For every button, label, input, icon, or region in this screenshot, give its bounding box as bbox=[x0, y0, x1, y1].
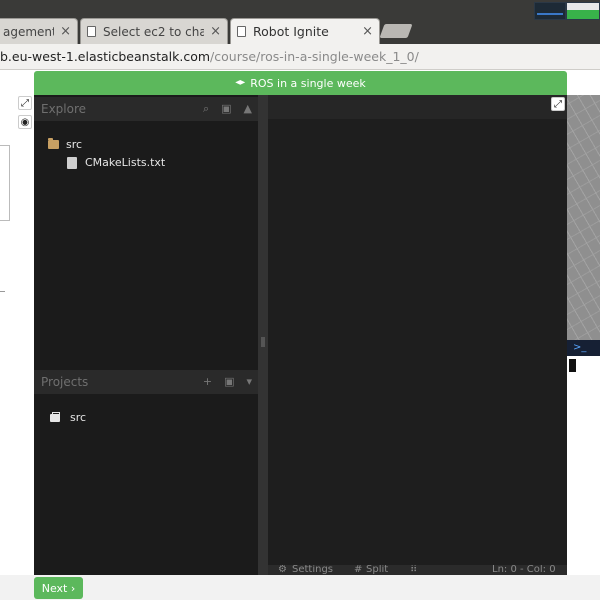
fullscreen-icon[interactable]: ⤢ bbox=[551, 97, 565, 111]
divider bbox=[0, 291, 5, 292]
editor-status-bar: ⚙ Settings # Split ⠿ Ln: 0 - Col: 0 bbox=[268, 565, 567, 575]
document-icon bbox=[237, 26, 246, 37]
terminal-tab[interactable]: >_ bbox=[567, 340, 600, 356]
bottom-bar: Next › bbox=[0, 575, 600, 600]
panel-splitter[interactable] bbox=[258, 95, 268, 575]
tree-item-label: CMakeLists.txt bbox=[85, 156, 166, 169]
address-bar[interactable]: b.eu-west-1.elasticbeanstalk.com/course/… bbox=[0, 44, 600, 70]
course-title-bar[interactable]: ROS in a single week bbox=[34, 71, 567, 95]
explore-header: Explore ⌕ ▣ ▲ bbox=[34, 97, 258, 121]
code-editor[interactable]: ⤢ bbox=[268, 95, 567, 575]
tab-title: Select ec2 to chang bbox=[103, 24, 204, 39]
lock-icon[interactable]: ▲ bbox=[244, 97, 252, 121]
terminal-cursor bbox=[569, 359, 576, 372]
tree-item-src[interactable]: src bbox=[48, 138, 82, 151]
ide-panel: Explore ⌕ ▣ ▲ src CMakeLists.txt Project… bbox=[34, 95, 567, 575]
hide-icon[interactable]: ◉ bbox=[18, 115, 32, 129]
explore-title: Explore bbox=[41, 102, 87, 116]
cursor-position: Ln: 0 - Col: 0 bbox=[492, 565, 556, 575]
simulation-view[interactable] bbox=[567, 95, 600, 340]
settings-button[interactable]: Settings bbox=[292, 565, 333, 575]
projects-header: Projects + ▣ ▾ bbox=[34, 370, 258, 394]
new-tab-button[interactable] bbox=[379, 24, 413, 38]
notebook-cell bbox=[0, 145, 10, 221]
layout-icon[interactable]: ⠿ bbox=[410, 565, 417, 575]
editor-tab-strip bbox=[268, 95, 567, 119]
split-button[interactable]: Split bbox=[366, 565, 388, 575]
graduation-cap-icon bbox=[235, 80, 246, 85]
settings-icon[interactable]: ⚙ bbox=[278, 565, 287, 575]
next-button[interactable]: Next › bbox=[34, 577, 83, 599]
system-monitor-graph bbox=[534, 2, 600, 20]
left-notebook-panel: ⤢ ◉ bbox=[0, 95, 34, 575]
terminal-prompt-icon: >_ bbox=[573, 342, 587, 353]
folder-icon bbox=[48, 138, 59, 149]
browser-tab-3[interactable]: Robot Ignite × bbox=[230, 18, 380, 44]
chevron-down-icon[interactable]: ▾ bbox=[246, 370, 252, 394]
briefcase-icon[interactable]: ▣ bbox=[224, 370, 234, 394]
tree-item-cmakelists[interactable]: CMakeLists.txt bbox=[67, 156, 165, 169]
terminal-area[interactable] bbox=[567, 356, 600, 575]
tab-close-icon[interactable]: × bbox=[60, 24, 71, 39]
tab-close-icon[interactable]: × bbox=[210, 24, 221, 39]
project-item-label: src bbox=[70, 411, 87, 424]
add-project-icon[interactable]: + bbox=[203, 370, 212, 394]
search-icon[interactable]: ⌕ bbox=[203, 97, 209, 121]
browser-tab-2[interactable]: Select ec2 to chang × bbox=[80, 18, 228, 44]
fullscreen-icon[interactable]: ⤢ bbox=[18, 96, 32, 110]
explore-panel: Explore ⌕ ▣ ▲ src CMakeLists.txt Project… bbox=[34, 95, 258, 575]
project-icon bbox=[50, 411, 60, 422]
browser-tab-1[interactable]: agement C × bbox=[0, 18, 78, 44]
project-item-src[interactable]: src bbox=[50, 411, 86, 424]
tab-title: Robot Ignite bbox=[253, 24, 329, 39]
split-icon[interactable]: # bbox=[354, 565, 362, 575]
file-icon bbox=[67, 156, 77, 169]
tab-title: agement C bbox=[3, 24, 55, 39]
briefcase-icon[interactable]: ▣ bbox=[221, 97, 231, 121]
browser-tab-bar: agement C × Select ec2 to chang × Robot … bbox=[0, 0, 600, 44]
projects-title: Projects bbox=[41, 375, 89, 389]
course-title: ROS in a single week bbox=[250, 76, 366, 90]
page: ROS in a single week ⤢ ◉ Explore ⌕ ▣ ▲ s… bbox=[0, 70, 600, 600]
url-path: /course/ros-in-a-single-week_1_0/ bbox=[210, 49, 419, 64]
document-icon bbox=[87, 26, 96, 37]
tree-item-label: src bbox=[66, 138, 83, 151]
tab-close-icon[interactable]: × bbox=[362, 24, 373, 39]
url-host: b.eu-west-1.elasticbeanstalk.com bbox=[0, 49, 211, 64]
